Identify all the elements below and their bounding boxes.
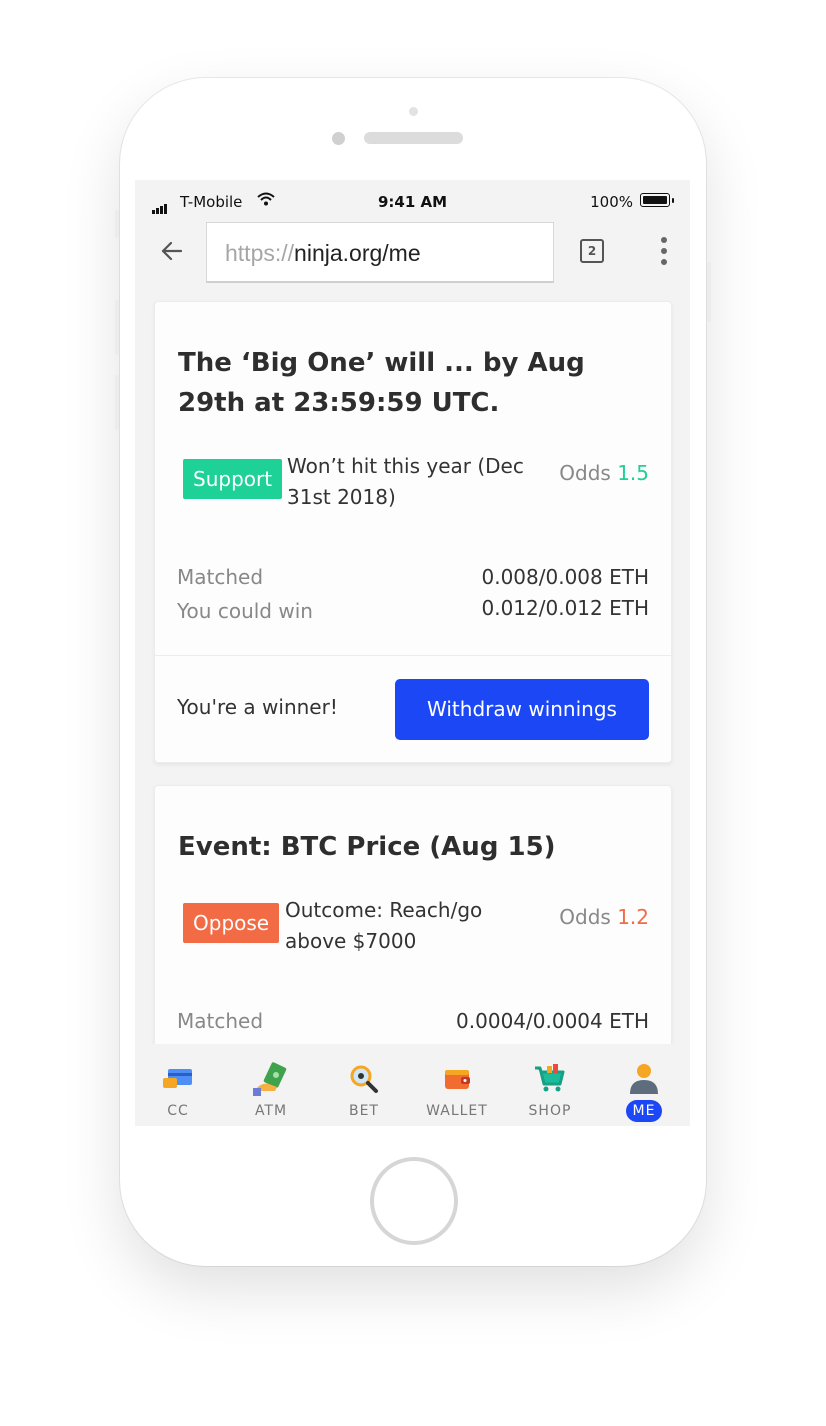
nav-item-cc[interactable]: CC	[138, 1060, 218, 1122]
bet-title: The ‘Big One’ will ... by Aug 29th at 23…	[178, 348, 585, 418]
front-camera	[332, 132, 345, 145]
oppose-badge: Oppose	[183, 903, 280, 943]
home-button[interactable]	[370, 1157, 458, 1245]
card-divider	[155, 655, 671, 656]
browser-toolbar: https://ninja.org/me 2	[135, 222, 690, 294]
volume-down-button	[115, 375, 119, 430]
status-bar: T-Mobile 9:41 AM 100%	[135, 180, 690, 222]
bet-outcome: Won’t hit this year (Dec 31st 2018)	[287, 454, 524, 509]
phone-screen: T-Mobile 9:41 AM 100% https://ninja.org/…	[135, 180, 690, 1126]
nav-item-shop[interactable]: SHOP	[510, 1060, 590, 1122]
tab-switcher-button[interactable]: 2	[580, 239, 604, 263]
odds-value: 1.2	[617, 905, 649, 929]
odds-value: 1.5	[617, 461, 649, 485]
winner-message: You're a winner!	[177, 695, 338, 719]
nav-item-atm[interactable]: ATM	[231, 1060, 311, 1122]
bet-odds: Odds 1.5	[559, 461, 649, 485]
url-path: ninja.org/me	[294, 240, 421, 266]
volume-up-button	[115, 300, 119, 355]
nav-label: SHOP	[528, 1103, 572, 1119]
back-arrow-icon[interactable]	[159, 238, 185, 264]
bet-card: The ‘Big One’ will ... by Aug 29th at 23…	[154, 301, 672, 763]
support-badge: Support	[183, 459, 283, 499]
matched-value: 0.0004/0.0004 ETH	[456, 1009, 649, 1033]
withdraw-winnings-button[interactable]: Withdraw winnings	[395, 679, 649, 740]
magnifier-icon	[350, 1065, 378, 1093]
nav-item-wallet[interactable]: WALLET	[417, 1060, 497, 1122]
proximity-sensor	[409, 107, 418, 116]
bet-title: Event: BTC Price (Aug 15)	[178, 832, 556, 862]
matched-label: Matched	[177, 565, 264, 589]
address-bar[interactable]: https://ninja.org/me	[206, 222, 554, 283]
win-value: 0.012/0.012 ETH	[481, 596, 650, 620]
bet-card: Event: BTC Price (Aug 15) Oppose Outcome…	[154, 785, 672, 1044]
nav-label: CC	[167, 1103, 189, 1119]
odds-label: Odds	[559, 905, 611, 929]
earpiece-speaker	[364, 132, 463, 144]
credit-card-icon	[163, 1069, 192, 1088]
win-label: You could win	[177, 599, 313, 623]
battery-icon	[640, 193, 674, 207]
nav-label: WALLET	[426, 1103, 488, 1119]
nav-item-bet[interactable]: BET	[324, 1060, 404, 1122]
url-protocol: https://	[225, 240, 295, 266]
nav-label-active: ME	[625, 1100, 663, 1122]
nav-item-me[interactable]: ME	[604, 1060, 684, 1122]
mute-switch	[115, 210, 119, 238]
overflow-menu-icon[interactable]	[661, 237, 667, 270]
bottom-nav: CC ATM BET WALLET SHOP ME	[135, 1044, 690, 1126]
page-content[interactable]: The ‘Big One’ will ... by Aug 29th at 23…	[135, 294, 690, 1044]
nav-label: ATM	[254, 1103, 288, 1119]
matched-value: 0.008/0.008 ETH	[481, 565, 650, 589]
wallet-icon	[445, 1070, 470, 1089]
battery-percent: 100%	[590, 193, 633, 211]
bet-odds: Odds 1.2	[559, 905, 649, 929]
cash-hand-icon	[253, 1062, 287, 1096]
user-icon	[630, 1064, 658, 1094]
odds-label: Odds	[559, 461, 611, 485]
power-button	[707, 262, 711, 322]
bet-outcome: Outcome: Reach/go above $7000	[285, 898, 483, 953]
matched-label: Matched	[177, 1009, 264, 1033]
cart-icon	[535, 1064, 565, 1092]
nav-label: BET	[348, 1103, 379, 1119]
